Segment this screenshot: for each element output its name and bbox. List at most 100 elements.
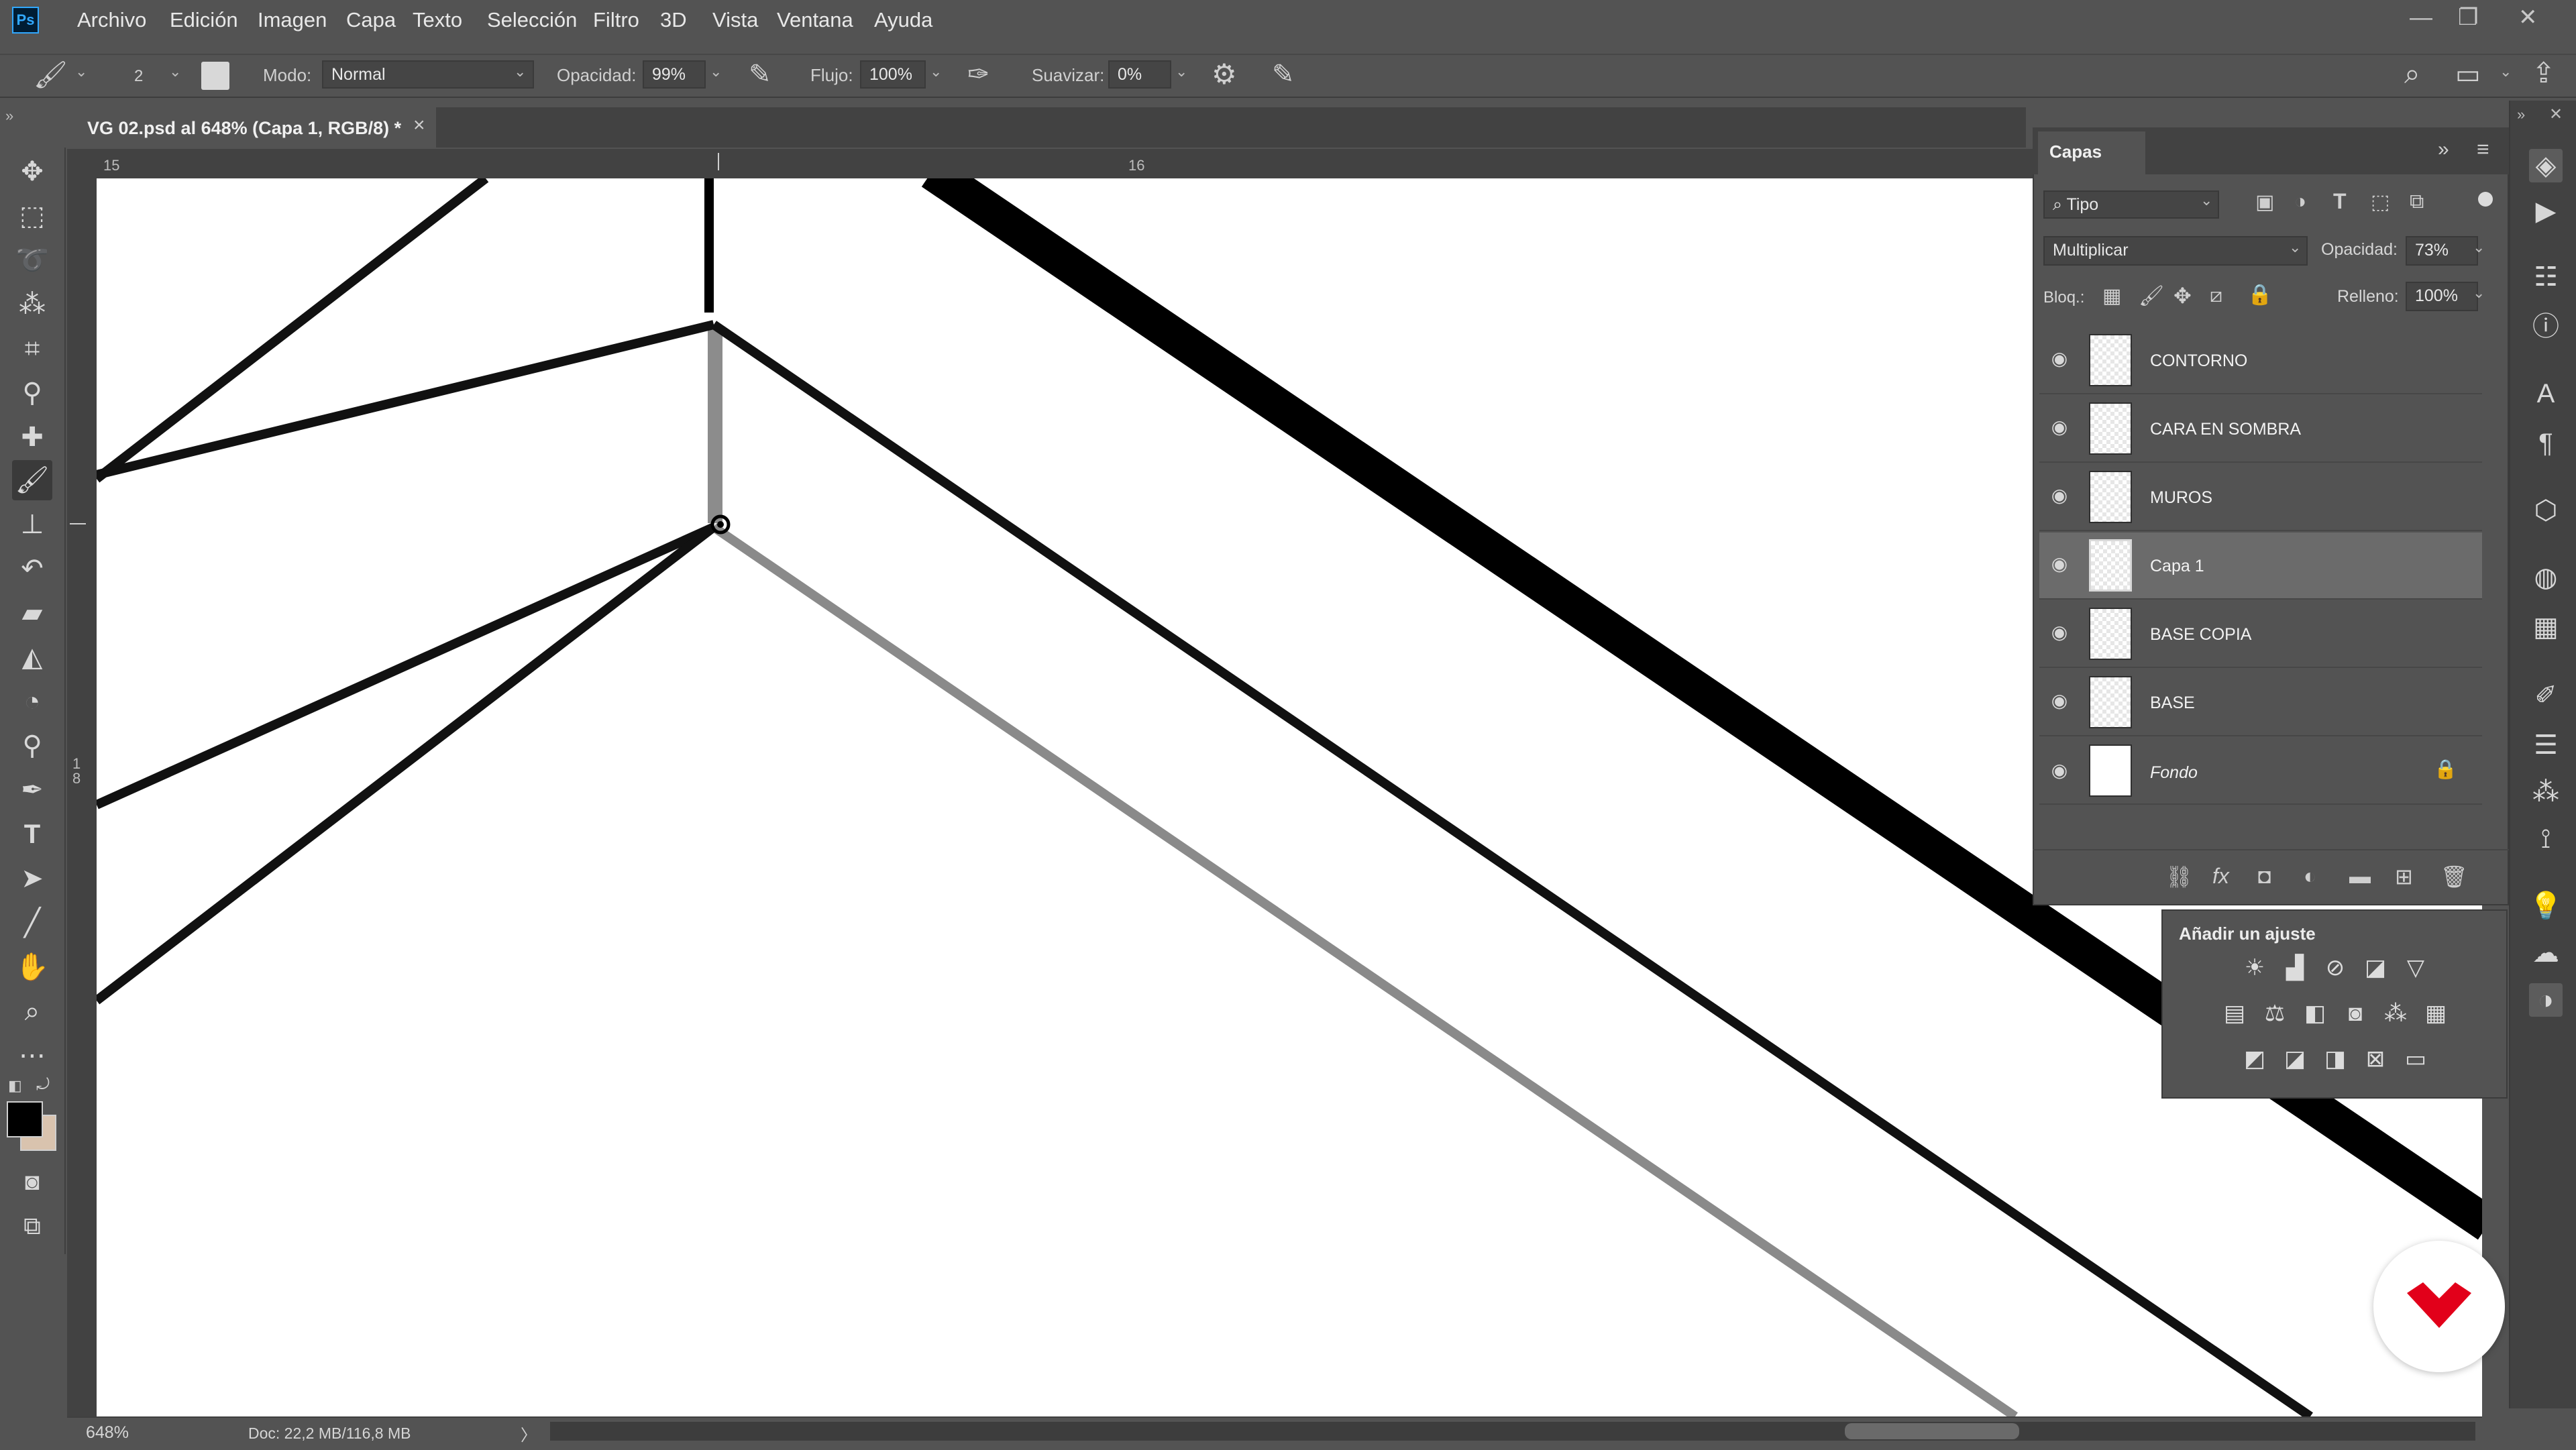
- close-icon[interactable]: ×: [413, 114, 425, 137]
- hue-saturation-icon[interactable]: ▤: [2218, 997, 2251, 1030]
- visibility-eye-icon[interactable]: ◉: [2046, 621, 2073, 643]
- status-menu-arrow[interactable]: 〉: [521, 1422, 537, 1445]
- hand-tool-icon[interactable]: ✋: [12, 947, 52, 987]
- move-tool-icon[interactable]: ✥: [12, 152, 52, 192]
- chevron-down-icon[interactable]: ⌄: [169, 63, 181, 80]
- properties-icon[interactable]: ☷: [2529, 260, 2563, 294]
- menu-archivo[interactable]: Archivo: [77, 7, 146, 34]
- swap-colors-icon[interactable]: ⤾: [36, 1076, 50, 1095]
- delete-layer-icon[interactable]: 🗑: [2440, 864, 2468, 889]
- layer-name[interactable]: MUROS: [2150, 487, 2212, 508]
- 3d-cube-icon[interactable]: ⬡: [2529, 494, 2563, 527]
- share-icon[interactable]: ⇪: [2532, 56, 2555, 89]
- zoom-tool-icon[interactable]: ⌕: [12, 991, 52, 1031]
- vibrance-icon[interactable]: ▽: [2399, 951, 2432, 985]
- mode-select[interactable]: Normal: [322, 60, 534, 89]
- blur-tool-icon[interactable]: ◔: [12, 681, 52, 722]
- menu-vista[interactable]: Vista: [712, 7, 758, 34]
- clone-stamp-icon[interactable]: ⊥: [12, 504, 52, 545]
- layer-name[interactable]: BASE COPIA: [2150, 624, 2251, 645]
- layer-name[interactable]: BASE: [2150, 692, 2195, 714]
- chevron-down-icon[interactable]: ⌄: [75, 63, 87, 80]
- lock-all-icon[interactable]: 🔒: [2247, 283, 2272, 306]
- filter-shape-icon[interactable]: ⬚: [2371, 190, 2390, 214]
- search-icon[interactable]: ⌕: [2404, 58, 2420, 91]
- foreground-color-swatch[interactable]: [7, 1101, 43, 1137]
- brush-size[interactable]: 2: [134, 67, 143, 86]
- layer-lock-icon[interactable]: 🔒: [2434, 758, 2457, 780]
- layer-name[interactable]: Fondo: [2150, 762, 2198, 783]
- gradient-map-icon[interactable]: ▭: [2399, 1042, 2432, 1076]
- layer-name[interactable]: CONTORNO: [2150, 350, 2247, 372]
- close-window-icon[interactable]: ✕: [2518, 4, 2538, 31]
- visibility-eye-icon[interactable]: ◉: [2046, 553, 2073, 575]
- layers-panel-title[interactable]: Capas: [2049, 141, 2102, 162]
- minimize-icon[interactable]: —: [2410, 4, 2432, 31]
- eyedropper-icon[interactable]: ⚲: [12, 373, 52, 413]
- filter-type-icon[interactable]: T: [2333, 189, 2347, 214]
- visibility-eye-icon[interactable]: ◉: [2046, 347, 2073, 370]
- smoothing-input[interactable]: 0%: [1108, 60, 1171, 89]
- pressure-size-icon[interactable]: ✎: [1272, 59, 1295, 90]
- marquee-tool-icon[interactable]: ⬚: [12, 196, 52, 236]
- fill-input[interactable]: 100%: [2406, 282, 2478, 311]
- threshold-icon[interactable]: ◨: [2318, 1042, 2352, 1076]
- photo-filter-icon[interactable]: ◙: [2339, 997, 2372, 1030]
- lock-transparent-icon[interactable]: ▦: [2102, 284, 2121, 308]
- zoom-level[interactable]: 648%: [86, 1422, 129, 1443]
- eraser-icon[interactable]: ▰: [12, 593, 52, 633]
- info-icon[interactable]: ⓘ: [2529, 310, 2563, 343]
- swatches-palette-icon[interactable]: ◍: [2529, 561, 2563, 594]
- horizontal-scrollbar[interactable]: [550, 1422, 2475, 1441]
- chevron-down-icon[interactable]: ⌄: [710, 63, 722, 80]
- lock-position-icon[interactable]: ✥: [2174, 283, 2192, 309]
- collapse-dock-icon[interactable]: »: [2517, 106, 2525, 123]
- pressure-opacity-icon[interactable]: ✎: [749, 59, 771, 90]
- menu-ventana[interactable]: Ventana: [777, 7, 853, 34]
- filter-toggle-icon[interactable]: [2478, 192, 2493, 207]
- learn-bulb-icon[interactable]: 💡: [2529, 889, 2563, 923]
- document-tab-title[interactable]: VG 02.psd al 648% (Capa 1, RGB/8) *: [87, 117, 401, 139]
- new-layer-icon[interactable]: ⊞: [2395, 864, 2413, 889]
- levels-icon[interactable]: ▟: [2278, 951, 2312, 985]
- quick-mask-icon[interactable]: ◙: [12, 1162, 52, 1202]
- panel-expand-icon[interactable]: »: [2438, 138, 2449, 161]
- default-colors-icon[interactable]: ◧: [8, 1077, 22, 1095]
- layer-name[interactable]: Capa 1: [2150, 555, 2204, 577]
- posterize-icon[interactable]: ◪: [2278, 1042, 2312, 1076]
- visibility-eye-icon[interactable]: ◉: [2046, 689, 2073, 712]
- new-group-icon[interactable]: ▬: [2349, 864, 2371, 889]
- menu-texto[interactable]: Texto: [413, 7, 462, 34]
- airbrush-icon[interactable]: ✑: [967, 59, 990, 90]
- paint-bucket-icon[interactable]: ◭: [12, 637, 52, 677]
- pen-tool-icon[interactable]: ✒: [12, 770, 52, 810]
- visibility-eye-icon[interactable]: ◉: [2046, 484, 2073, 506]
- channel-mixer-icon[interactable]: ⁂: [2379, 997, 2412, 1030]
- restore-icon[interactable]: ❐: [2458, 4, 2478, 31]
- chevron-down-icon[interactable]: ⌄: [2473, 239, 2485, 256]
- actions-play-icon[interactable]: ▶: [2529, 194, 2563, 228]
- menu-imagen[interactable]: Imagen: [258, 7, 327, 34]
- chevron-down-icon[interactable]: ⌄: [1175, 63, 1187, 80]
- healing-brush-icon[interactable]: ✚: [12, 417, 52, 457]
- adjustments-sliders-icon[interactable]: ☰: [2529, 728, 2563, 762]
- menu-capa[interactable]: Capa: [346, 7, 396, 34]
- menu-seleccion[interactable]: Selección: [487, 7, 577, 34]
- paragraph-icon[interactable]: ¶: [2529, 427, 2563, 460]
- menu-ayuda[interactable]: Ayuda: [874, 7, 932, 34]
- crop-tool-icon[interactable]: ⌗: [12, 329, 52, 369]
- add-mask-icon[interactable]: ◘: [2258, 864, 2271, 889]
- color-lookup-icon[interactable]: ▦: [2419, 997, 2453, 1030]
- adjustments-dock-icon[interactable]: ◑: [2529, 983, 2563, 1017]
- layer-style-icon[interactable]: fx: [2212, 864, 2229, 889]
- flow-input[interactable]: 100%: [860, 60, 926, 89]
- curves-icon[interactable]: ⊘: [2318, 951, 2352, 985]
- lasso-tool-icon[interactable]: ➰: [12, 240, 52, 280]
- filter-adjustment-icon[interactable]: ◑: [2294, 190, 2306, 213]
- magic-wand-icon[interactable]: ⁂: [12, 284, 52, 325]
- more-tools-icon[interactable]: ⋯: [12, 1036, 52, 1076]
- invert-icon[interactable]: ◩: [2238, 1042, 2271, 1076]
- filter-pixel-icon[interactable]: ▣: [2255, 190, 2274, 214]
- black-white-icon[interactable]: ◧: [2298, 997, 2332, 1030]
- collapse-toolbar-icon[interactable]: »: [5, 107, 13, 125]
